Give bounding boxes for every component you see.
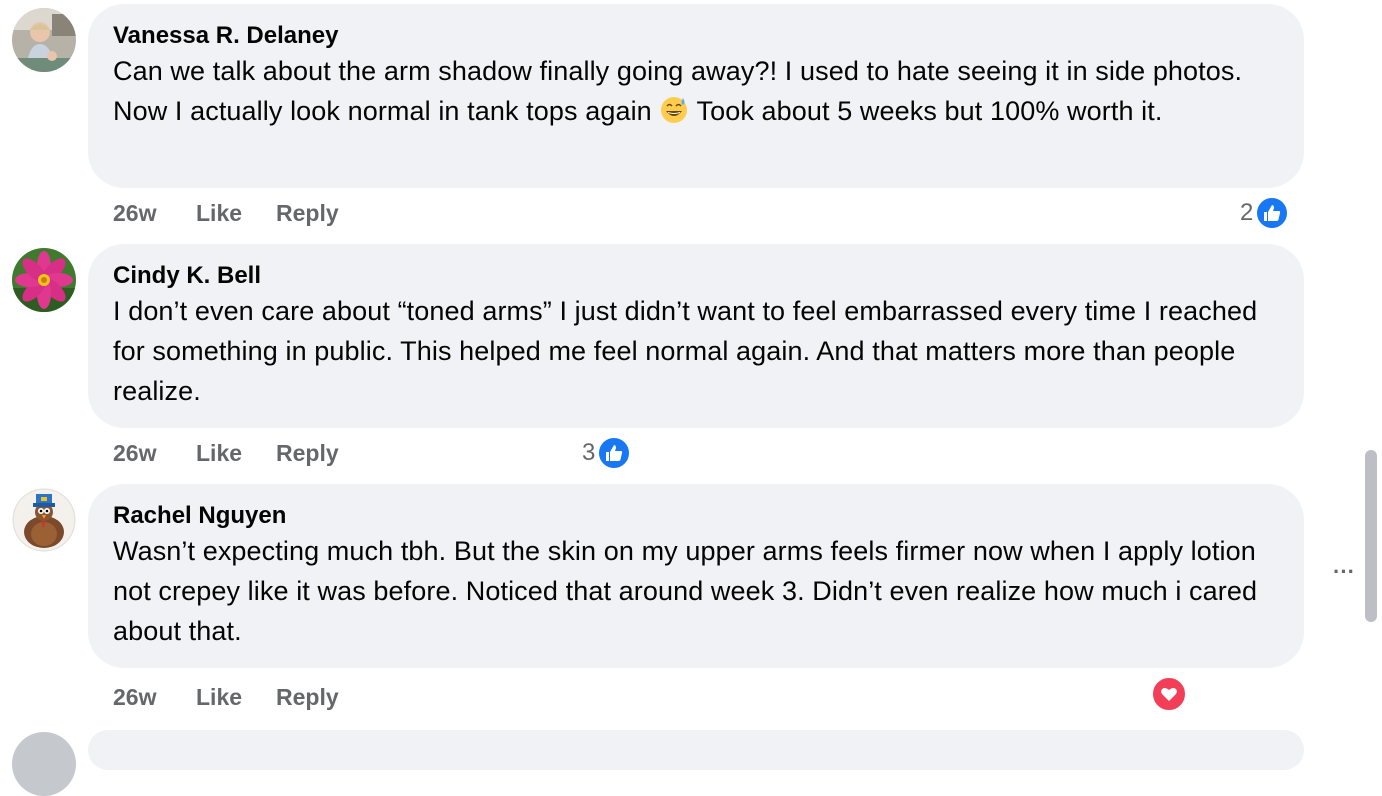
like-button[interactable]: Like — [196, 682, 242, 712]
comment-bubble: Cindy K. Bell I don’t even care about “t… — [88, 244, 1304, 428]
comment-bubble-next — [88, 730, 1304, 770]
reply-button[interactable]: Reply — [276, 438, 339, 468]
comment-text: Can we talk about the arm shadow finally… — [113, 51, 1280, 131]
avatar-next[interactable] — [12, 732, 76, 796]
like-button[interactable]: Like — [196, 438, 242, 468]
comment-author[interactable]: Cindy K. Bell — [113, 260, 1280, 292]
grinning-sweat-emoji-icon — [661, 97, 688, 123]
like-icon — [597, 436, 632, 470]
avatar-cindy[interactable] — [12, 248, 76, 312]
more-options-icon[interactable]: ··· — [1328, 561, 1360, 586]
reaction-count: 3 — [582, 439, 596, 466]
comment-text: I don’t even care about “toned arms” I j… — [113, 296, 1258, 406]
comment-bubble: Rachel Nguyen Wasn’t expecting much tbh.… — [88, 484, 1304, 668]
like-icon — [1255, 196, 1290, 230]
reaction-count: 2 — [1240, 199, 1254, 226]
comment-timestamp[interactable]: 26w — [113, 198, 156, 228]
reply-button[interactable]: Reply — [276, 682, 339, 712]
comment-bubble: Vanessa R. Delaney Can we talk about the… — [88, 4, 1304, 188]
comment-author[interactable]: Vanessa R. Delaney — [113, 20, 1280, 52]
avatar-rachel[interactable] — [12, 488, 76, 552]
comment-text-part: Took about 5 weeks but 100% worth it. — [689, 96, 1163, 126]
comment-author[interactable]: Rachel Nguyen — [113, 500, 1280, 532]
heart-icon — [1151, 676, 1187, 712]
like-button[interactable]: Like — [196, 198, 242, 228]
avatar-vanessa[interactable] — [12, 8, 76, 72]
comment-text: Wasn’t expecting much tbh. But the skin … — [113, 536, 1258, 646]
reaction-summary[interactable]: 3 — [582, 435, 632, 471]
reply-button[interactable]: Reply — [276, 198, 339, 228]
scrollbar-thumb[interactable] — [1365, 450, 1377, 622]
reaction-summary[interactable] — [1151, 676, 1187, 712]
comment-timestamp[interactable]: 26w — [113, 682, 156, 712]
comment-timestamp[interactable]: 26w — [113, 438, 156, 468]
reaction-summary[interactable]: 2 — [1240, 195, 1290, 231]
